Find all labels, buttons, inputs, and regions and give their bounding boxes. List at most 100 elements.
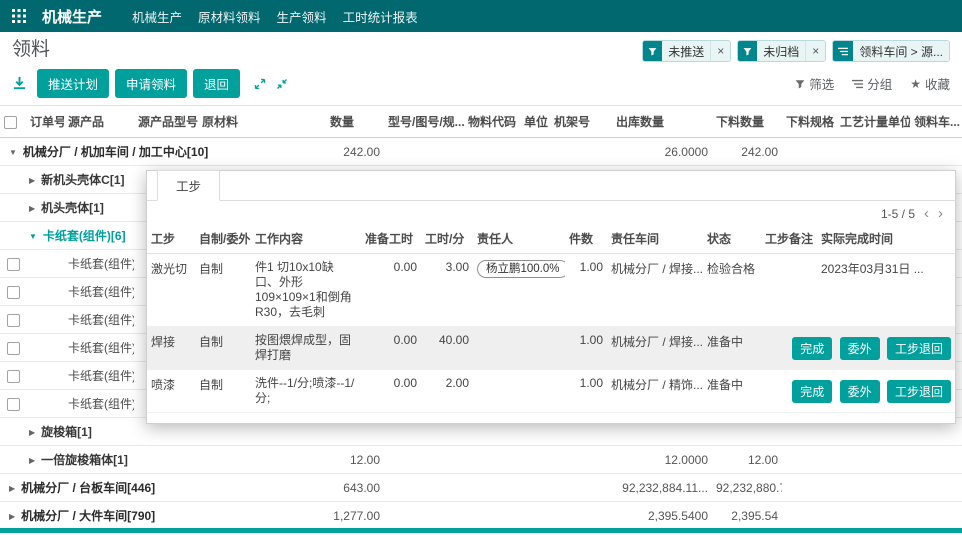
list-view: 订单号 源产品 源产品型号/图... 原材料 数量 型号/图号/规... 物料代… (0, 106, 962, 535)
row-checkbox[interactable] (7, 370, 20, 383)
complete-button[interactable]: 完成 (792, 380, 832, 403)
step-return-button[interactable]: 工步退回 (887, 337, 951, 360)
hours-min-cell: 3.00 (421, 254, 473, 327)
filter-icon (738, 41, 757, 61)
workshop-cell: 机械分厂 / 精饰... (607, 370, 703, 413)
workstep-row[interactable]: 焊接 自制 按图煨焊成型，固焊打磨 0.00 40.00 1.00 机械分厂 /… (147, 327, 955, 370)
group-label: 旋梭箱[1] (41, 425, 92, 439)
nav-item-production-picking[interactable]: 生产领料 (277, 7, 327, 26)
collapse-all-icon[interactable] (276, 78, 288, 90)
col-process-uom[interactable]: 工艺计量单位 (836, 106, 910, 138)
group-label: 机械分厂 / 台板车间[446] (21, 481, 155, 495)
group-row[interactable]: ▼机械分厂 / 机加车间 / 加工中心[10] 242.00 26.0000 2… (0, 138, 962, 166)
workstep-row[interactable]: 激光切 自制 件1 切10x10缺口、外形109×109×1和倒角R30，去毛刺… (147, 254, 955, 327)
col-hours-min[interactable]: 工时/分 (421, 224, 473, 254)
row-checkbox[interactable] (7, 286, 20, 299)
make-cell: 自制 (195, 370, 251, 413)
caret-right-icon: ▶ (9, 484, 15, 493)
request-material-button[interactable]: 申请领料 (115, 69, 187, 98)
col-order-no[interactable]: 订单号 (26, 106, 64, 138)
nav-item-raw-material-picking[interactable]: 原材料领料 (198, 7, 261, 26)
expand-all-icon[interactable] (254, 78, 266, 90)
col-rack-no[interactable]: 机架号 (550, 106, 612, 138)
workshop-cell: 机械分厂 / 焊接... (607, 327, 703, 370)
row-checkbox[interactable] (7, 314, 20, 327)
workstep-row[interactable]: 喷漆 自制 洗件--1/分;喷漆--1/分; 0.00 2.00 1.00 机械… (147, 370, 955, 413)
pieces-cell: 1.00 (565, 254, 607, 327)
group-label: 一倍旋梭箱体[1] (41, 453, 128, 467)
workstep-detail-panel: 工步 1-5 / 5 ‹ › 工步 自制/委外 工作内容 准备工时 工时/分 (146, 170, 956, 424)
filters-toggle[interactable]: 筛选 (795, 74, 834, 93)
caret-down-icon: ▼ (9, 148, 17, 157)
tab-worksteps[interactable]: 工步 (157, 170, 220, 201)
col-workshop[interactable]: 责任车间 (607, 224, 703, 254)
col-outbound-qty[interactable]: 出库数量 (612, 106, 712, 138)
push-plan-button[interactable]: 推送计划 (37, 69, 109, 98)
group-row[interactable]: ▶机械分厂 / 大件车间[790] 1,277.00 2,395.5400 2,… (0, 502, 962, 530)
col-material-code[interactable]: 物料代码 (464, 106, 520, 138)
nav-item-machinery-production[interactable]: 机械生产 (132, 7, 182, 26)
facet-remove-icon[interactable]: × (710, 41, 730, 61)
col-picking-workshop[interactable]: 领料车... (910, 106, 962, 138)
page-title: 领料 (12, 39, 50, 61)
col-unit[interactable]: 单位 (520, 106, 550, 138)
quantity-cell: 12.00 (326, 446, 384, 474)
facet-remove-icon[interactable]: × (805, 41, 825, 61)
download-button[interactable] (12, 76, 27, 91)
horizontal-scrollbar[interactable] (0, 528, 962, 533)
step-return-button[interactable]: 工步退回 (887, 380, 951, 403)
return-button[interactable]: 退回 (193, 69, 240, 98)
col-owner[interactable]: 责任人 (473, 224, 565, 254)
row-checkbox[interactable] (7, 258, 20, 271)
col-model-spec[interactable]: 型号/图号/规... (384, 106, 464, 138)
col-raw-material[interactable]: 原材料 (198, 106, 326, 138)
col-finish-time[interactable]: 实际完成时间 (817, 224, 955, 254)
select-all-checkbox[interactable] (4, 116, 17, 129)
col-cut-spec[interactable]: 下料规格 (782, 106, 836, 138)
pager-prev-icon[interactable]: ‹ (924, 206, 929, 221)
group-row[interactable]: ▶机械分厂 / 台板车间[446] 643.00 92,232,884.11..… (0, 474, 962, 502)
source-product-cell: 卡纸套(组件) (64, 278, 134, 306)
star-icon: ★ (910, 77, 921, 91)
complete-button[interactable]: 完成 (792, 337, 832, 360)
favorites-toggle[interactable]: ★ 收藏 (910, 74, 950, 93)
col-quantity[interactable]: 数量 (326, 106, 384, 138)
apps-menu-icon[interactable] (12, 9, 26, 23)
col-step[interactable]: 工步 (147, 224, 195, 254)
search-facet: 领料车间 > 源... (832, 40, 950, 62)
worksteps-table: 工步 自制/委外 工作内容 准备工时 工时/分 责任人 件数 责任车间 状态 工… (147, 224, 955, 413)
pager-range: 1-5 / 5 (881, 207, 915, 221)
caret-down-icon: ▼ (29, 232, 37, 241)
col-status[interactable]: 状态 (703, 224, 761, 254)
step-cell: 焊接 (147, 327, 195, 370)
col-cut-qty[interactable]: 下料数量 (712, 106, 782, 138)
source-product-cell: 卡纸套(组件) (64, 362, 134, 390)
col-step-note[interactable]: 工步备注 (761, 224, 817, 254)
caret-right-icon: ▶ (29, 176, 35, 185)
owner-cell: 杨立鹏100.0% (473, 254, 565, 327)
outsource-button[interactable]: 委外 (840, 380, 880, 403)
source-product-cell: 卡纸套(组件) (64, 250, 134, 278)
note-cell (761, 254, 817, 327)
caret-right-icon: ▶ (9, 512, 15, 521)
col-source-model[interactable]: 源产品型号/图... (134, 106, 198, 138)
step-cell: 喷漆 (147, 370, 195, 413)
workshop-cell: 机械分厂 / 焊接... (607, 254, 703, 327)
col-work-content[interactable]: 工作内容 (251, 224, 361, 254)
outbound-qty-cell: 26.0000 (612, 138, 712, 166)
col-make-or-outsource[interactable]: 自制/委外 (195, 224, 251, 254)
col-source-product[interactable]: 源产品 (64, 106, 134, 138)
app-title[interactable]: 机械生产 (42, 6, 102, 27)
col-pieces[interactable]: 件数 (565, 224, 607, 254)
col-prep-hours[interactable]: 准备工时 (361, 224, 421, 254)
row-checkbox[interactable] (7, 342, 20, 355)
groupby-toggle[interactable]: 分组 (852, 74, 892, 93)
nav-item-worktime-report[interactable]: 工时统计报表 (343, 7, 418, 26)
owner-tag: 杨立鹏100.0% (477, 260, 565, 278)
groupby-label: 分组 (867, 74, 892, 93)
pager-next-icon[interactable]: › (938, 206, 943, 221)
source-product-cell: 卡纸套(组件) (64, 334, 134, 362)
outsource-button[interactable]: 委外 (840, 337, 880, 360)
group-row[interactable]: ▶一倍旋梭箱体[1] 12.00 12.0000 12.00 (0, 446, 962, 474)
row-checkbox[interactable] (7, 398, 20, 411)
